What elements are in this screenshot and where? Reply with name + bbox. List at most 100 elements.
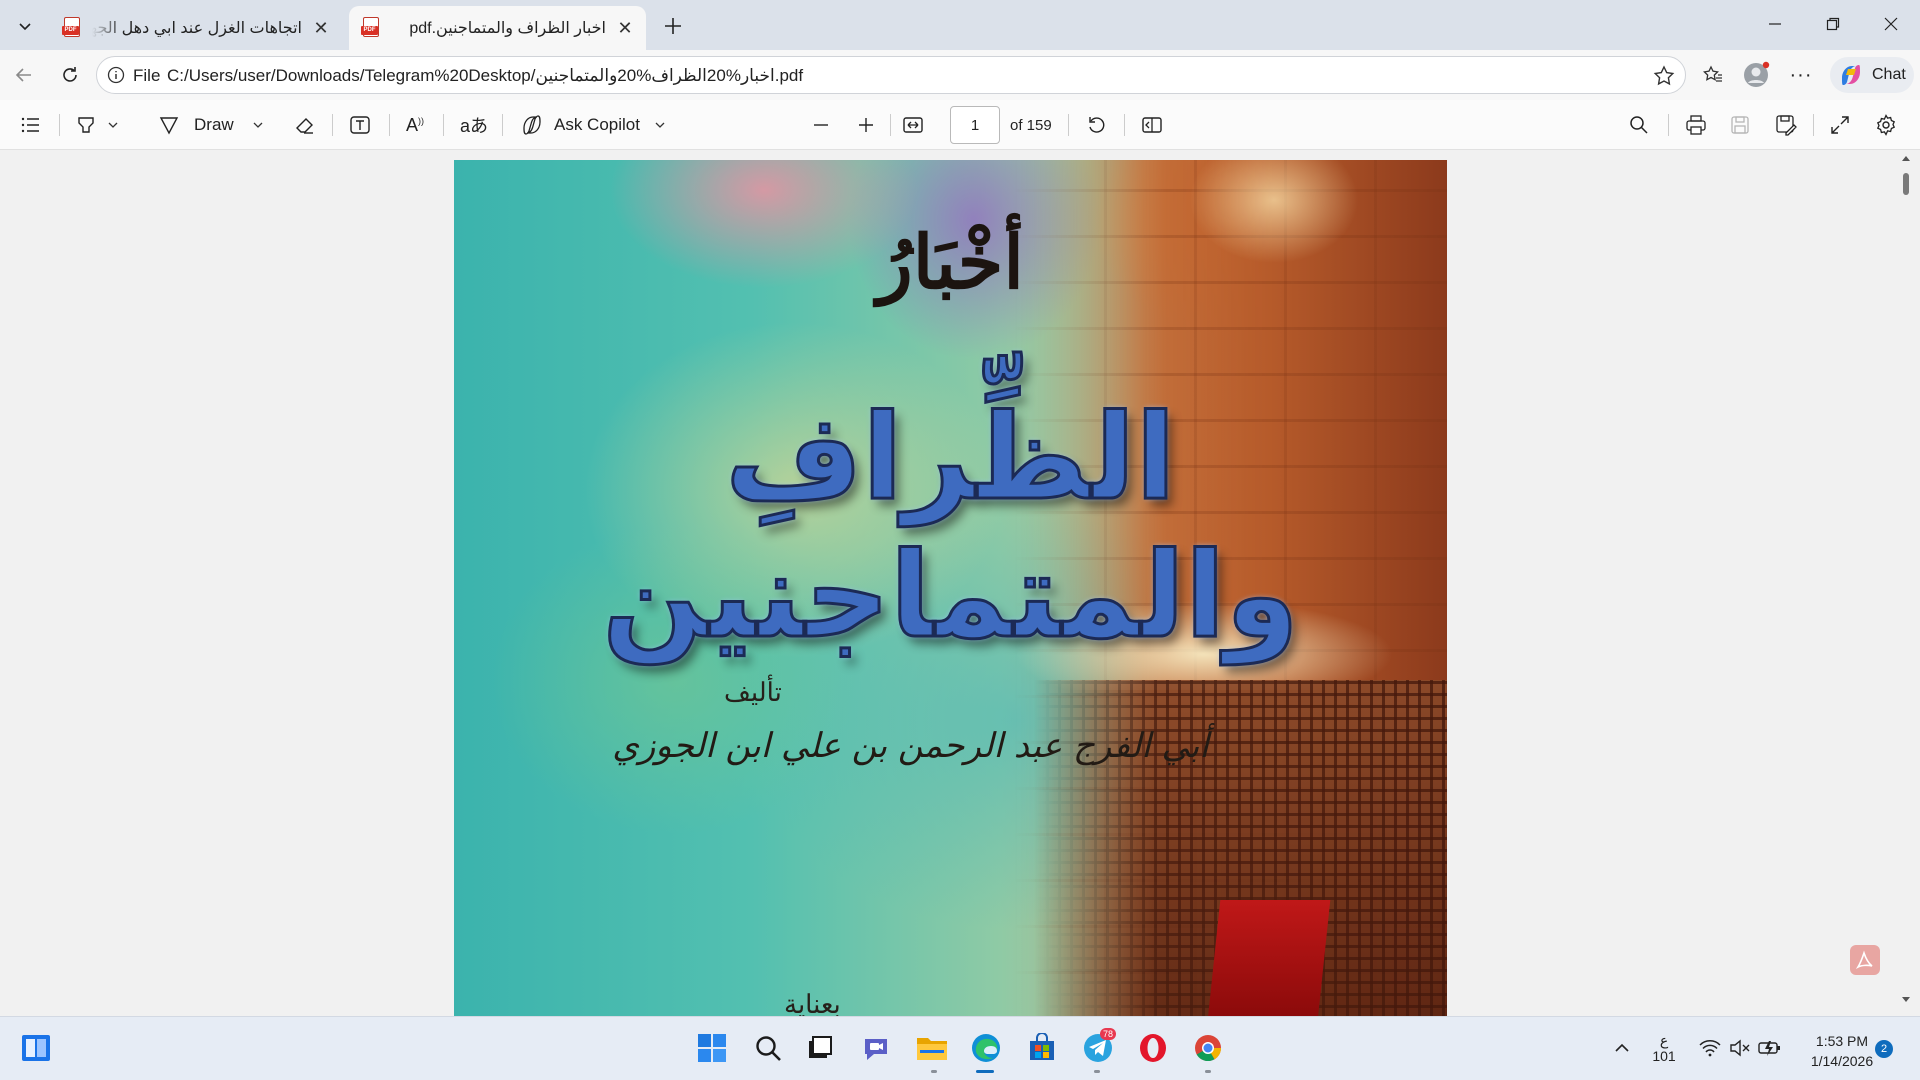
read-aloud-button[interactable]: A)) (406, 100, 424, 150)
tab-actions-menu-button[interactable] (8, 10, 42, 42)
scroll-down-icon[interactable] (1902, 996, 1910, 1004)
start-button[interactable] (694, 1030, 730, 1066)
chrome-button[interactable] (1190, 1030, 1226, 1066)
translate-button[interactable]: aあ (460, 100, 488, 150)
cover-author: أبي الفرج عبد الرحمن بن علي ابن الجوزي (612, 726, 1209, 766)
zoom-out-button[interactable] (812, 100, 830, 150)
microsoft-store-button[interactable] (1024, 1030, 1060, 1066)
settings-button[interactable] (1875, 100, 1897, 150)
edge-icon (972, 1034, 1000, 1062)
chevron-down-icon (19, 23, 31, 31)
rotate-icon (1089, 117, 1105, 133)
show-hidden-icons-button[interactable] (1604, 1030, 1640, 1066)
printer-icon (1686, 115, 1706, 135)
back-button[interactable] (6, 57, 42, 93)
draw-icon (159, 117, 179, 135)
chevron-down-icon[interactable] (107, 119, 119, 131)
video-chat-icon (865, 1039, 887, 1060)
search-button[interactable] (1629, 100, 1649, 150)
scrollbar-thumb[interactable] (1903, 173, 1909, 195)
save-as-icon (1776, 115, 1797, 136)
battery-charging-icon (1758, 1041, 1780, 1056)
refresh-icon (63, 67, 77, 82)
draw-label: Draw (194, 115, 234, 134)
tab-close-icon[interactable]: ✕ (616, 18, 634, 38)
fullscreen-button[interactable] (1830, 100, 1850, 150)
file-explorer-button[interactable] (914, 1030, 950, 1066)
notification-badge[interactable]: 2 (1875, 1040, 1893, 1058)
task-view-button[interactable] (802, 1030, 838, 1066)
edge-browser-button[interactable] (968, 1030, 1004, 1066)
chevron-down-icon[interactable] (654, 119, 666, 131)
pdf-icon: PDF (62, 17, 82, 39)
vertical-scrollbar[interactable] (1898, 150, 1914, 1016)
ask-copilot-label: Ask Copilot (554, 115, 640, 134)
draw-button[interactable]: Draw (158, 100, 264, 150)
star-favorite-icon[interactable] (1653, 65, 1675, 87)
active-indicator (976, 1070, 994, 1073)
save-button[interactable] (1730, 100, 1750, 150)
tab-title: اتجاهات الغزل عند ابي دهل الجهمي.pdf (92, 20, 302, 37)
erase-button[interactable] (294, 100, 316, 150)
wifi-icon (1699, 1040, 1721, 1057)
running-indicator (1205, 1070, 1211, 1073)
page-view-icon (1142, 117, 1162, 133)
minimize-button[interactable] (1746, 0, 1804, 48)
page-view-button[interactable] (1141, 100, 1163, 150)
zoom-in-button[interactable] (857, 100, 875, 150)
language-label: ع (1659, 1032, 1669, 1048)
cover-bottom-text: بعناية (784, 990, 841, 1016)
windows-logo-icon (698, 1034, 726, 1062)
adobe-acrobat-icon[interactable] (1850, 945, 1880, 975)
tab-close-icon[interactable]: ✕ (312, 18, 330, 38)
url-scheme-label: File (133, 66, 161, 85)
chat-label: Chat (1872, 66, 1906, 83)
pdf-page-cover: أخْبَارُ الظِّرافِ والمتماجنين تأليف أبي… (454, 160, 1447, 1016)
widgets-icon (22, 1035, 50, 1061)
rotate-button[interactable] (1086, 100, 1108, 150)
copilot-chat-button[interactable]: Chat (1830, 57, 1914, 93)
tab-inactive[interactable]: PDF اتجاهات الغزل عند ابي دهل الجهمي.pdf… (50, 6, 342, 50)
close-window-button[interactable] (1862, 0, 1920, 48)
cover-title-main: الظِّرافِ والمتماجنين (601, 387, 1300, 666)
restore-icon (1826, 17, 1840, 31)
minimize-icon (1769, 23, 1781, 25)
more-options-button[interactable]: ··· (1783, 57, 1819, 93)
print-button[interactable] (1685, 100, 1707, 150)
page-number-input[interactable] (950, 106, 1000, 144)
fit-to-width-button[interactable] (902, 100, 924, 150)
tab-active[interactable]: PDF اخبار الظراف والمتماجنين.pdf ✕ (349, 6, 646, 50)
url-text[interactable]: C:/Users/user/Downloads/Telegram%20Deskt… (167, 66, 803, 86)
add-text-button[interactable] (349, 100, 371, 150)
new-tab-button[interactable] (656, 10, 690, 42)
refresh-button[interactable] (52, 57, 88, 93)
copilot-outline-icon (523, 115, 541, 135)
save-as-button[interactable] (1775, 100, 1797, 150)
battery-status[interactable] (1752, 1030, 1788, 1066)
meet-chat-button[interactable] (858, 1030, 894, 1066)
fit-width-icon (903, 117, 923, 133)
contents-button[interactable] (20, 100, 42, 150)
input-language-indicator[interactable]: ع 101 (1652, 1032, 1676, 1064)
favorites-button[interactable] (1695, 57, 1731, 93)
speaker-muted-icon (1730, 1039, 1750, 1057)
widgets-button[interactable] (18, 1030, 54, 1066)
tab-title: اخبار الظراف والمتماجنين.pdf (409, 20, 606, 37)
minus-icon (814, 124, 828, 126)
expand-icon (1831, 116, 1849, 134)
arrow-left-icon (15, 68, 31, 82)
address-bar[interactable]: File C:/Users/user/Downloads/Telegram%20… (96, 56, 1686, 94)
telegram-button[interactable]: 78 (1080, 1028, 1117, 1066)
pdf-viewer-area[interactable]: أخْبَارُ الظِّرافِ والمتماجنين تأليف أبي… (0, 150, 1920, 1016)
profile-button[interactable] (1738, 57, 1774, 93)
scroll-up-icon[interactable] (1902, 154, 1910, 162)
chevron-down-icon[interactable] (252, 119, 264, 131)
task-view-icon (809, 1036, 832, 1058)
opera-button[interactable] (1135, 1030, 1171, 1066)
avatar-icon (1744, 61, 1770, 87)
restore-button[interactable] (1804, 0, 1862, 48)
search-taskbar-button[interactable] (750, 1030, 786, 1066)
highlight-button[interactable] (75, 100, 119, 150)
ask-copilot-button[interactable]: Ask Copilot (520, 100, 666, 150)
favorites-icon (1703, 65, 1722, 82)
